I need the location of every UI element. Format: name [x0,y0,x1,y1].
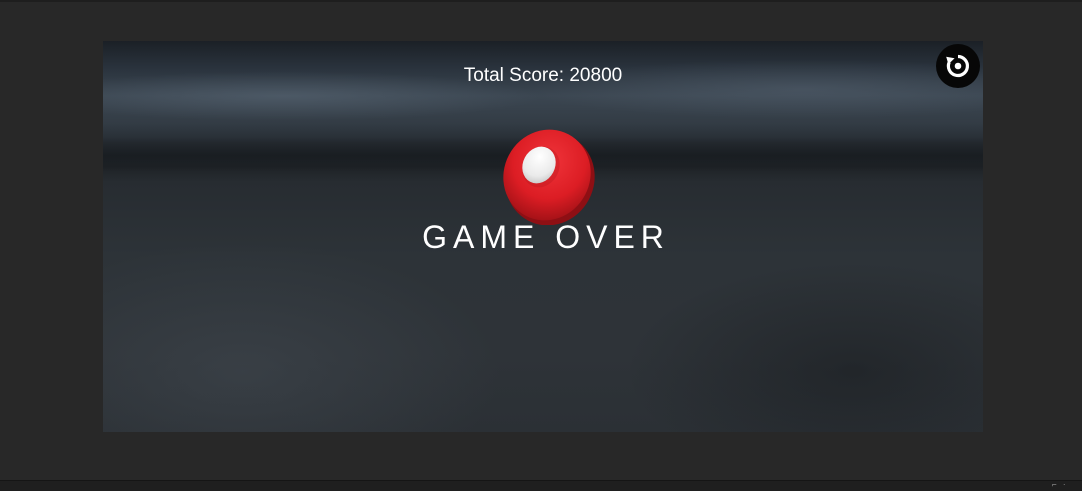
floor-shadow-area [623,261,983,432]
game-view[interactable]: Total Score: 20800 GAME OVER [103,41,983,432]
editor-status-bar: ⌐ · [0,480,1082,491]
red-disc-logo-icon [503,129,595,225]
editor-top-border [0,0,1082,2]
game-over-label: GAME OVER [422,219,670,255]
restart-icon [946,54,969,78]
total-score-label: Total Score: 20800 [463,65,623,86]
status-bar-icon: ⌐ · [1052,480,1068,489]
floor-light-area [103,241,503,432]
restart-button[interactable] [936,44,980,88]
